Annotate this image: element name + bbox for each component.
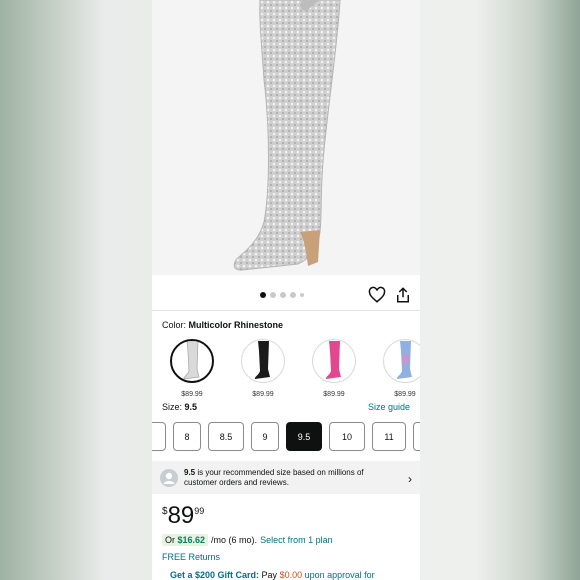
- gift-card-rest: upon approval for: [304, 570, 375, 580]
- size-option[interactable]: 8: [173, 422, 201, 451]
- size-option-label: 8.5: [219, 431, 233, 442]
- recommendation-text: 9.5 is your recommended size based on mi…: [184, 468, 389, 488]
- price-fraction: 99: [194, 506, 205, 516]
- swatch-circle[interactable]: [383, 339, 420, 383]
- size-option[interactable]: 12: [413, 422, 420, 451]
- carousel-dot[interactable]: [260, 292, 266, 298]
- carousel-dot[interactable]: [280, 292, 286, 298]
- color-swatch-rhinestone[interactable]: $89.99: [170, 339, 214, 398]
- size-guide-link[interactable]: Size guide: [368, 402, 410, 412]
- color-swatch-iridescent[interactable]: $89.99: [383, 339, 420, 398]
- monthly-pill: Or $16.62: [162, 534, 209, 546]
- product-page: Color: Multicolor Rhinestone $89.99 $89.…: [152, 0, 420, 580]
- color-label: Color: Multicolor Rhinestone: [162, 320, 283, 330]
- monthly-amount: $16.62: [177, 535, 206, 545]
- gift-card-title[interactable]: Get a $200 Gift Card:: [170, 570, 259, 580]
- size-option-label: 10: [341, 431, 352, 442]
- swatch-circle[interactable]: [312, 339, 356, 383]
- gift-card-amount: $0.00: [279, 570, 303, 580]
- monthly-payment: Or $16.62 /mo (6 mo). Select from 1 plan: [162, 534, 333, 546]
- price-whole: 89: [167, 502, 195, 529]
- recommendation-message: is your recommended size based on millio…: [184, 467, 364, 487]
- swatch-price: $89.99: [181, 391, 203, 398]
- swatch-circle[interactable]: [241, 339, 285, 383]
- color-swatch-black[interactable]: $89.99: [241, 339, 285, 398]
- size-option[interactable]: 5: [152, 422, 166, 451]
- size-option-selected[interactable]: 9.5: [286, 422, 322, 451]
- size-option-label: 9: [262, 431, 268, 442]
- recommended-size: 9.5: [184, 467, 196, 477]
- selected-color: Multicolor Rhinestone: [188, 320, 284, 330]
- size-option-label: 8: [184, 431, 190, 442]
- product-image[interactable]: [152, 0, 420, 275]
- monthly-prefix: Or: [165, 535, 175, 545]
- image-carousel-dots[interactable]: [260, 292, 304, 298]
- pink-boot-thumbnail: [325, 341, 341, 379]
- free-returns-link[interactable]: FREE Returns: [162, 552, 220, 562]
- divider: [152, 310, 420, 311]
- heart-icon[interactable]: [368, 286, 386, 304]
- iridescent-boot-thumbnail: [396, 341, 412, 379]
- size-label-text: Size:: [162, 402, 183, 412]
- size-option[interactable]: 9: [251, 422, 279, 451]
- silver-boot-thumbnail: [183, 341, 200, 380]
- chevron-right-icon[interactable]: ›: [408, 472, 412, 486]
- swatch-price: $89.99: [252, 391, 274, 398]
- share-icon[interactable]: [394, 286, 412, 304]
- monthly-term: /mo (6 mo).: [211, 535, 258, 545]
- color-swatch-pink[interactable]: $89.99: [312, 339, 356, 398]
- carousel-dot[interactable]: [270, 292, 276, 298]
- size-option[interactable]: 10: [329, 422, 365, 451]
- size-option-label: 11: [384, 431, 394, 442]
- size-selector: 5 8 8.5 9 9.5 10 11 12: [152, 422, 420, 451]
- boot-image: [233, 0, 341, 271]
- gift-card-pay: Pay: [261, 570, 278, 580]
- select-plan-link[interactable]: Select from 1 plan: [260, 535, 333, 545]
- price: $ 89 99: [162, 503, 204, 529]
- swatch-circle[interactable]: [170, 339, 214, 383]
- gift-card-offer[interactable]: Get a $200 Gift Card: Pay $0.00 upon app…: [170, 570, 375, 580]
- swatch-price: $89.99: [323, 391, 345, 398]
- color-swatches: $89.99 $89.99 $89.99 $89.99: [170, 339, 420, 398]
- size-option[interactable]: 8.5: [208, 422, 244, 451]
- person-icon: [160, 468, 178, 487]
- carousel-dot[interactable]: [300, 293, 304, 297]
- carousel-dot[interactable]: [290, 292, 296, 298]
- size-option[interactable]: 11: [372, 422, 406, 451]
- selected-size: 9.5: [184, 402, 198, 412]
- black-boot-thumbnail: [254, 341, 270, 379]
- size-option-label: 9.5: [297, 431, 311, 442]
- color-label-text: Color:: [162, 320, 187, 330]
- size-recommendation-banner[interactable]: 9.5 is your recommended size based on mi…: [152, 461, 420, 494]
- swatch-price: $89.99: [394, 391, 416, 398]
- size-label: Size: 9.5: [162, 402, 197, 412]
